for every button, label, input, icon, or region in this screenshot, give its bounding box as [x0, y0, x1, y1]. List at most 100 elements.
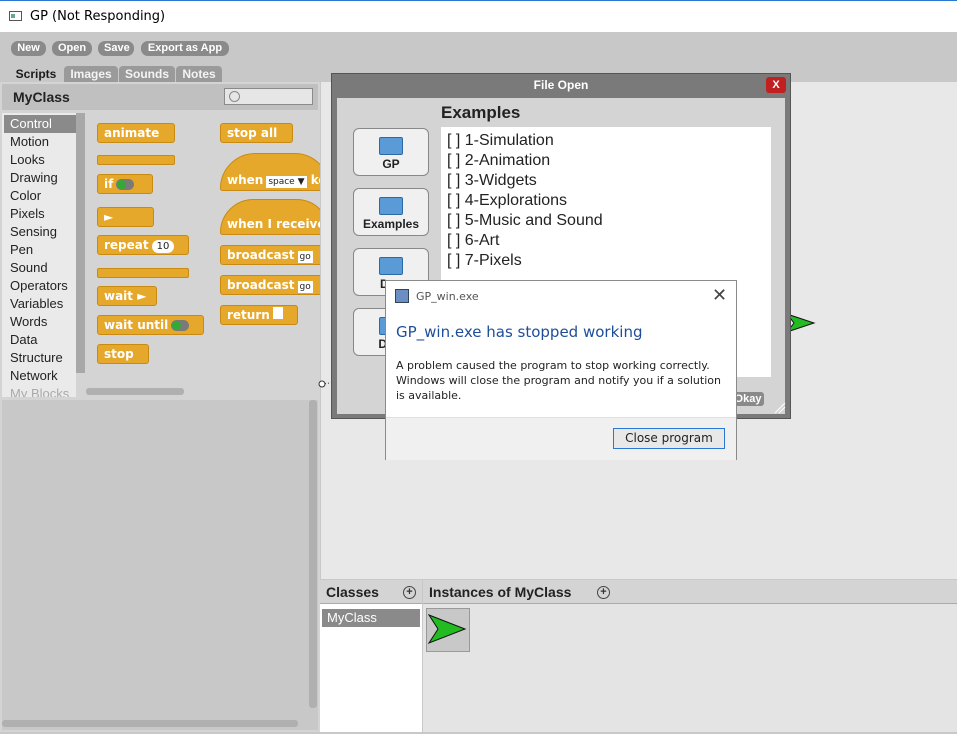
broadcast-label: broadcast [227, 248, 295, 262]
add-class-icon[interactable]: + [403, 586, 416, 599]
if-block[interactable]: if [97, 174, 153, 194]
open-button[interactable]: Open [52, 41, 92, 56]
examples-heading: Examples [441, 103, 521, 122]
resize-handle-icon[interactable] [774, 402, 786, 414]
tab-sounds[interactable]: Sounds [119, 66, 175, 82]
return-block[interactable]: return [220, 305, 298, 325]
block-palette: animate if ► repeat 10 wait ► wait until … [86, 113, 320, 397]
category-sensing[interactable]: Sensing [4, 223, 76, 241]
window-titlebar: GP (Not Responding) [0, 0, 957, 32]
animate-block[interactable]: animate [97, 123, 175, 143]
location-examples-button[interactable]: Examples [353, 188, 429, 236]
location-label: GP [382, 157, 400, 171]
return-value[interactable] [272, 307, 283, 319]
export-app-button[interactable]: Export as App [141, 41, 229, 56]
category-data[interactable]: Data [4, 331, 76, 349]
add-instance-icon[interactable]: + [597, 586, 610, 599]
category-control[interactable]: Control [4, 115, 76, 133]
close-icon[interactable]: ✕ [712, 285, 727, 306]
category-looks[interactable]: Looks [4, 151, 76, 169]
tab-scripts[interactable]: Scripts [8, 66, 64, 82]
broadcast-wait-block[interactable]: broadcast go [220, 275, 320, 295]
category-structure[interactable]: Structure [4, 349, 76, 367]
broadcast-value[interactable]: go [297, 281, 313, 293]
category-network[interactable]: Network [4, 367, 76, 385]
close-program-button[interactable]: Close program [613, 428, 725, 449]
script-vscrollbar[interactable] [309, 400, 317, 708]
error-dialog: GP_win.exe ✕ GP_win.exe has stopped work… [385, 280, 737, 460]
location-label: Examples [362, 217, 420, 231]
list-item[interactable]: [ ] 4-Explorations [447, 192, 567, 210]
when-label: when [227, 173, 264, 187]
category-pen[interactable]: Pen [4, 241, 76, 259]
tab-images[interactable]: Images [64, 66, 118, 82]
palette-scrollbar[interactable] [86, 388, 184, 395]
instances-panel: Instances of MyClass + [423, 580, 957, 732]
window-title: GP (Not Responding) [30, 9, 166, 24]
repeat-block[interactable]: repeat 10 [97, 235, 189, 255]
when-receive-block[interactable]: when I receive [220, 199, 320, 235]
broadcast-block[interactable]: broadcast go [220, 245, 320, 265]
category-list: Control Motion Looks Drawing Color Pixel… [2, 113, 76, 397]
class-item-myclass[interactable]: MyClass [322, 609, 420, 627]
list-item[interactable]: [ ] 7-Pixels [447, 252, 522, 270]
app-icon [395, 289, 409, 303]
category-motion[interactable]: Motion [4, 133, 76, 151]
app-icon [9, 11, 22, 21]
repeat-block-end [97, 268, 189, 278]
classes-title: Classes [326, 584, 379, 600]
key-value: space [268, 177, 295, 187]
script-hscrollbar[interactable] [2, 720, 298, 727]
broadcast-label: broadcast [227, 278, 295, 292]
classes-panel: Classes + MyClass [320, 580, 422, 732]
category-sound[interactable]: Sound [4, 259, 76, 277]
list-item[interactable]: [ ] 1-Simulation [447, 132, 554, 150]
new-button[interactable]: New [11, 41, 46, 56]
category-words[interactable]: Words [4, 313, 76, 331]
wait-until-block[interactable]: wait until [97, 315, 204, 335]
toggle-icon [116, 179, 135, 190]
list-item[interactable]: [ ] 6-Art [447, 232, 499, 250]
error-heading: GP_win.exe has stopped working [396, 323, 643, 341]
close-button[interactable]: X [766, 77, 786, 93]
list-item[interactable]: [ ] 5-Music and Sound [447, 212, 603, 230]
category-variables[interactable]: Variables [4, 295, 76, 313]
wait-block[interactable]: wait ► [97, 286, 157, 306]
wait-until-label: wait until [104, 318, 169, 332]
script-area[interactable] [2, 400, 318, 730]
category-operators[interactable]: Operators [4, 277, 76, 295]
category-color[interactable]: Color [4, 187, 76, 205]
tab-notes[interactable]: Notes [176, 66, 222, 82]
list-item[interactable]: [ ] 2-Animation [447, 152, 550, 170]
repeat-count[interactable]: 10 [151, 240, 175, 253]
category-scrollbar[interactable] [76, 113, 85, 373]
toggle-icon [171, 320, 190, 331]
instances-title: Instances of MyClass [429, 584, 572, 600]
stop-all-block[interactable]: stop all [220, 123, 293, 143]
category-drawing[interactable]: Drawing [4, 169, 76, 187]
when-key-block[interactable]: whenspace ▼ ke [220, 153, 320, 191]
repeat-label: repeat [104, 238, 149, 252]
stop-block[interactable]: stop [97, 344, 149, 364]
instances-header: Instances of MyClass [423, 580, 957, 604]
category-my-blocks[interactable]: My Blocks [4, 385, 76, 397]
animate-block-end [97, 155, 175, 165]
save-button[interactable]: Save [98, 41, 134, 56]
error-dialog-title: GP_win.exe [416, 290, 479, 303]
class-name: MyClass [13, 89, 70, 105]
location-gp-button[interactable]: GP [353, 128, 429, 176]
search-input[interactable] [224, 88, 313, 105]
instance-thumbnail[interactable] [426, 608, 470, 652]
category-pixels[interactable]: Pixels [4, 205, 76, 223]
folder-icon [379, 137, 403, 155]
broadcast-value[interactable]: go [297, 251, 313, 263]
search-icon [229, 91, 240, 102]
if-block-else: ► [97, 207, 154, 227]
return-label: return [227, 308, 270, 322]
folder-icon [379, 257, 403, 275]
key-dropdown[interactable]: space ▼ [266, 176, 307, 188]
when-tail-label: ke [310, 173, 320, 187]
wait-label: wait [104, 289, 134, 303]
error-message: A problem caused the program to stop wor… [396, 359, 721, 402]
list-item[interactable]: [ ] 3-Widgets [447, 172, 537, 190]
